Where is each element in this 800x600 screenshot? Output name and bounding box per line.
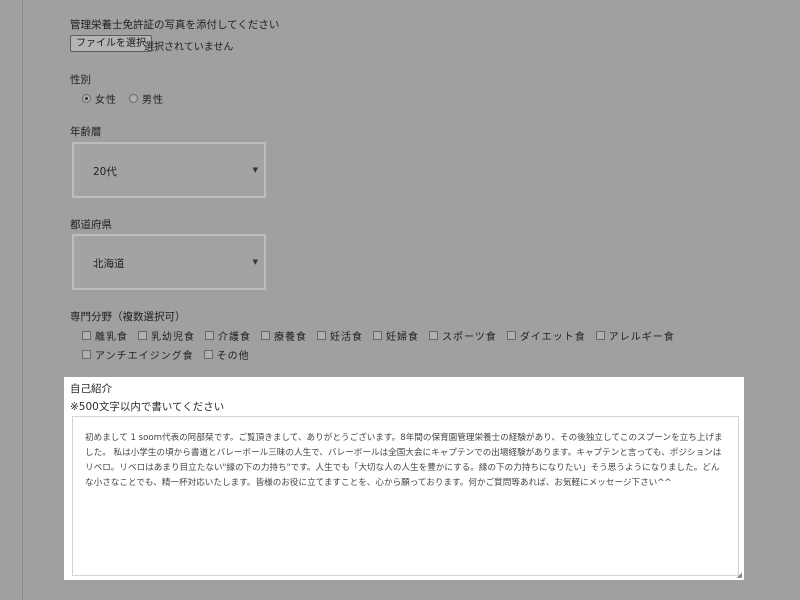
specialty-checkbox[interactable] [82,350,91,359]
left-divider [22,0,23,600]
age-label: 年齢層 [70,126,102,138]
specialty-label: 専門分野（複数選択可） [70,311,186,323]
specialty-checkbox[interactable] [429,331,438,340]
self-intro-title: 自己紹介 [70,383,112,395]
choose-file-button[interactable]: ファイルを選択 [70,35,152,52]
specialty-checkbox[interactable] [317,331,326,340]
specialty-row-2: アンチエイジング食 その他 [82,347,260,362]
gender-radio-group: 女性 男性 [82,91,176,106]
prefecture-select[interactable]: 北海道 ▼ [72,234,266,290]
gender-option-label: 男性 [142,95,164,106]
specialty-option-label: その他 [216,351,250,362]
gender-label: 性別 [70,74,91,86]
gender-radio-male[interactable] [129,94,138,103]
specialty-row-1: 離乳食 乳幼児食 介護食 療養食 妊活食 妊婦食 スポーツ食 ダイエット食 アレ… [82,328,685,343]
self-intro-textarea[interactable]: 初めまして 1 soom代表の阿部栞です。ご覧頂きまして、ありがとうございます。… [72,416,739,576]
specialty-option-label: 介護食 [218,332,251,343]
specialty-checkbox[interactable] [203,350,213,359]
specialty-checkbox[interactable] [205,331,214,340]
dropdown-arrow-icon: ▼ [252,258,258,266]
specialty-option-label: 妊活食 [330,332,363,343]
specialty-option-label: 離乳食 [95,332,128,343]
specialty-checkbox[interactable] [373,331,382,340]
specialty-checkbox[interactable] [82,331,91,340]
specialty-checkbox[interactable] [138,331,147,340]
age-select[interactable]: 20代 ▼ [72,142,266,198]
specialty-checkbox[interactable] [261,331,270,340]
self-intro-panel: 自己紹介 ※500文字以内で書いてください 初めまして 1 soom代表の阿部栞… [64,377,744,580]
specialty-option-label: アンチエイジング食 [95,351,194,362]
prefecture-label: 都道府県 [70,219,112,231]
prefecture-selected-value: 北海道 [93,258,125,270]
specialty-option-label: ダイエット食 [519,332,586,343]
dropdown-arrow-icon: ▼ [252,166,258,174]
self-intro-note: ※500文字以内で書いてください [70,401,225,413]
specialty-option-label: 妊婦食 [386,332,419,343]
resize-grip-icon[interactable]: ◢ [737,571,742,579]
gender-option-label: 女性 [95,95,117,106]
file-status: 選択されていません [144,42,234,53]
specialty-option-label: スポーツ食 [442,332,497,343]
specialty-checkbox[interactable] [595,331,605,340]
specialty-option-label: アレルギー食 [608,332,675,343]
specialty-option-label: 乳幼児食 [151,332,195,343]
photo-label: 管理栄養士免許証の写真を添付してください [70,19,280,31]
age-selected-value: 20代 [93,166,117,178]
gender-radio-female[interactable] [82,94,91,103]
specialty-checkbox[interactable] [506,331,516,340]
specialty-option-label: 療養食 [274,332,307,343]
